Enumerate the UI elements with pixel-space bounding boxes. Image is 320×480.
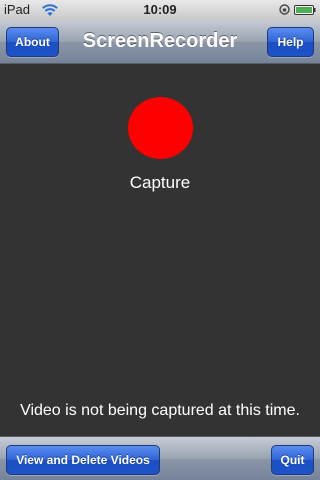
battery-icon bbox=[294, 5, 316, 15]
navigation-bar: About ScreenRecorder Help bbox=[0, 20, 320, 64]
quit-button[interactable]: Quit bbox=[271, 445, 314, 475]
view-delete-videos-button[interactable]: View and Delete Videos bbox=[6, 445, 160, 475]
help-button[interactable]: Help bbox=[267, 27, 314, 57]
bottom-toolbar: View and Delete Videos Quit bbox=[0, 436, 320, 480]
lock-rotation-icon bbox=[279, 4, 290, 15]
capture-label: Capture bbox=[129, 173, 191, 192]
screen: iPad 10:09 About ScreenRecorder Help Cap… bbox=[0, 0, 320, 480]
status-bar: iPad 10:09 bbox=[0, 0, 320, 20]
capture-button[interactable] bbox=[128, 97, 193, 159]
status-time: 10:09 bbox=[143, 2, 177, 17]
capture-status-message: Video is not being captured at this time… bbox=[20, 402, 300, 419]
